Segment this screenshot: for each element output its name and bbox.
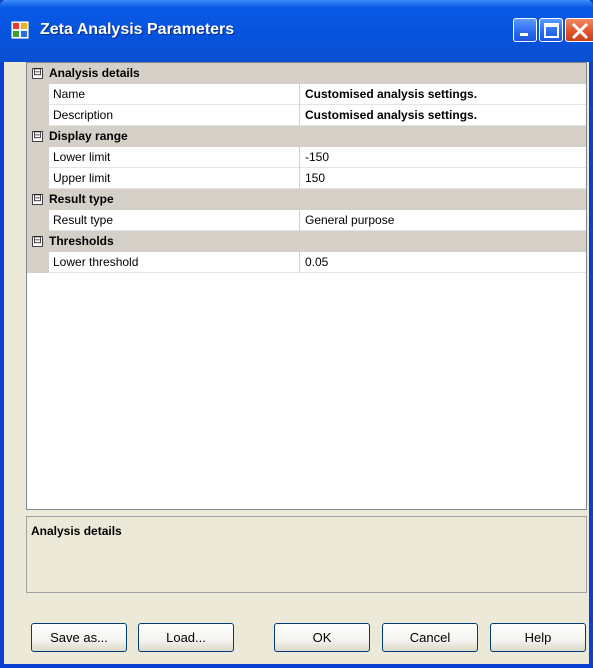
help-description-pane: Analysis details — [26, 516, 587, 593]
property-value[interactable]: Customised analysis settings. — [305, 108, 477, 122]
collapse-icon[interactable]: ⊟ — [32, 68, 43, 79]
dialog-window: Zeta Analysis Parameters ⊟ Analysis deta… — [0, 0, 593, 668]
maximize-button[interactable] — [539, 18, 563, 42]
column-divider — [299, 105, 300, 126]
category-analysis-details[interactable]: ⊟ Analysis details — [27, 63, 586, 84]
property-row-result-type[interactable]: Result type General purpose — [27, 210, 586, 231]
load-button[interactable]: Load... — [138, 623, 234, 652]
row-gutter — [27, 84, 49, 105]
property-name: Lower limit — [53, 150, 111, 164]
property-value[interactable]: -150 — [305, 150, 329, 164]
category-label: Thresholds — [49, 234, 114, 248]
column-divider — [299, 252, 300, 273]
window-title: Zeta Analysis Parameters — [40, 21, 235, 38]
row-gutter — [27, 168, 49, 189]
property-name: Upper limit — [53, 171, 111, 185]
minimize-button[interactable] — [513, 18, 537, 42]
row-gutter — [27, 147, 49, 168]
property-row-lower-limit[interactable]: Lower limit -150 — [27, 147, 586, 168]
category-label: Display range — [49, 129, 128, 143]
property-row-name[interactable]: Name Customised analysis settings. — [27, 84, 586, 105]
property-row-upper-limit[interactable]: Upper limit 150 — [27, 168, 586, 189]
cancel-button[interactable]: Cancel — [382, 623, 478, 652]
maximize-icon — [544, 23, 559, 38]
close-button[interactable] — [565, 18, 593, 42]
collapse-icon[interactable]: ⊟ — [32, 131, 43, 142]
category-thresholds[interactable]: ⊟ Thresholds — [27, 231, 586, 252]
save-as-button[interactable]: Save as... — [31, 623, 127, 652]
row-gutter — [27, 252, 49, 273]
column-divider — [299, 210, 300, 231]
help-button[interactable]: Help — [490, 623, 586, 652]
property-name: Description — [53, 108, 114, 122]
property-value[interactable]: General purpose — [305, 213, 394, 227]
category-result-type[interactable]: ⊟ Result type — [27, 189, 586, 210]
row-gutter — [27, 210, 49, 231]
property-value[interactable]: 150 — [305, 171, 325, 185]
category-label: Result type — [49, 192, 114, 206]
property-name: Lower threshold — [53, 255, 139, 269]
category-display-range[interactable]: ⊟ Display range — [27, 126, 586, 147]
property-row-description[interactable]: Description Customised analysis settings… — [27, 105, 586, 126]
property-value[interactable]: 0.05 — [305, 255, 328, 269]
collapse-icon[interactable]: ⊟ — [32, 236, 43, 247]
property-name: Result type — [53, 213, 114, 227]
column-divider — [299, 147, 300, 168]
help-title: Analysis details — [31, 524, 122, 538]
category-label: Analysis details — [49, 66, 140, 80]
close-icon — [571, 22, 589, 40]
property-value[interactable]: Customised analysis settings. — [305, 87, 477, 101]
title-bar[interactable]: Zeta Analysis Parameters — [0, 0, 593, 62]
property-name: Name — [53, 87, 86, 101]
collapse-icon[interactable]: ⊟ — [32, 194, 43, 205]
property-grid[interactable]: ⊟ Analysis details Name Customised analy… — [26, 62, 587, 510]
row-gutter — [27, 105, 49, 126]
app-icon — [11, 21, 29, 39]
property-row-lower-threshold[interactable]: Lower threshold 0.05 — [27, 252, 586, 273]
column-divider — [299, 168, 300, 189]
minimize-icon — [520, 33, 528, 36]
ok-button[interactable]: OK — [274, 623, 370, 652]
column-divider — [299, 84, 300, 105]
